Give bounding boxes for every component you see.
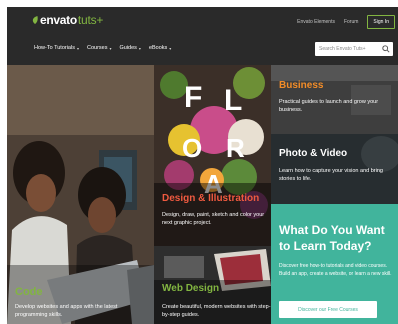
leaf-icon — [32, 16, 38, 24]
tile-title-web-design: Web Design — [162, 283, 220, 294]
nav-item-label: eBooks — [148, 45, 168, 51]
logo[interactable]: envato tuts+ — [31, 13, 103, 29]
promo-title: What Do You Want to Learn Today? — [279, 223, 385, 253]
category-tile-web-design[interactable]: Web Design Create beautiful, modern webs… — [154, 246, 271, 324]
search-input[interactable] — [319, 46, 379, 52]
nav-item-label: Guides — [119, 45, 137, 51]
learn-today-promo: What Do You Want to Learn Today? Discove… — [271, 204, 398, 324]
tile-desc-web-design: Create beautiful, modern websites with s… — [162, 304, 271, 318]
chevron-down-icon: ▾ — [169, 45, 172, 51]
category-tile-business[interactable]: Business Practical guides to launch and … — [271, 65, 398, 134]
tile-title-code: Code — [15, 286, 43, 298]
tile-title-business: Business — [279, 80, 324, 91]
search-icon[interactable] — [382, 45, 390, 53]
nav-item-tutorials[interactable]: How-To Tutorials ▾ — [34, 45, 79, 51]
nav-item-label: How-To Tutorials — [34, 45, 75, 51]
nav-item-label: Courses — [86, 45, 108, 51]
search-box — [315, 42, 393, 56]
svg-text:F: F — [184, 81, 202, 114]
logo-tuts-text: tuts+ — [77, 13, 104, 27]
forum-link[interactable]: Forum — [344, 19, 358, 25]
sign-in-button[interactable]: Sign In — [367, 15, 395, 29]
tile-desc-design: Design, draw, paint, sketch and color yo… — [162, 212, 265, 226]
tile-desc-photo-video: Learn how to capture your vision and bri… — [279, 168, 383, 182]
tile-title-design: Design & Illustration — [162, 193, 260, 204]
envato-elements-link[interactable]: Envato Elements — [297, 19, 335, 25]
chevron-down-icon: ▾ — [109, 45, 112, 51]
logo-envato-text: envato — [40, 13, 77, 27]
nav-item-courses[interactable]: Courses ▾ — [87, 45, 112, 51]
svg-text:R: R — [226, 133, 245, 163]
category-tile-code[interactable]: Code Develop websites and apps with the … — [7, 65, 154, 324]
top-links: Envato Elements Forum Sign In — [297, 15, 395, 29]
promo-desc: Discover free how-to tutorials and video… — [279, 263, 392, 277]
svg-text:L: L — [224, 84, 242, 117]
tile-desc-business: Practical guides to launch and grow your… — [279, 99, 379, 113]
svg-text:O: O — [182, 133, 202, 163]
category-tile-design-illustration[interactable]: F L O R A Design & Illustration Design, … — [154, 65, 271, 246]
discover-free-courses-button[interactable]: Discover our Free Courses — [279, 301, 377, 318]
chevron-down-icon: ▾ — [76, 45, 79, 51]
category-tile-photo-video[interactable]: Photo & Video Learn how to capture your … — [271, 134, 398, 204]
tile-desc-code: Develop websites and apps with the lates… — [15, 304, 118, 318]
nav-item-guides[interactable]: Guides ▾ — [119, 45, 140, 51]
tile-title-photo-video: Photo & Video — [279, 148, 348, 159]
chevron-down-icon: ▾ — [138, 45, 141, 51]
main-nav: How-To Tutorials ▾ Courses ▾ Guides ▾ eB… — [34, 45, 171, 51]
nav-item-ebooks[interactable]: eBooks ▾ — [149, 45, 171, 51]
site-header: envato tuts+ Envato Elements Forum Sign … — [7, 7, 398, 65]
